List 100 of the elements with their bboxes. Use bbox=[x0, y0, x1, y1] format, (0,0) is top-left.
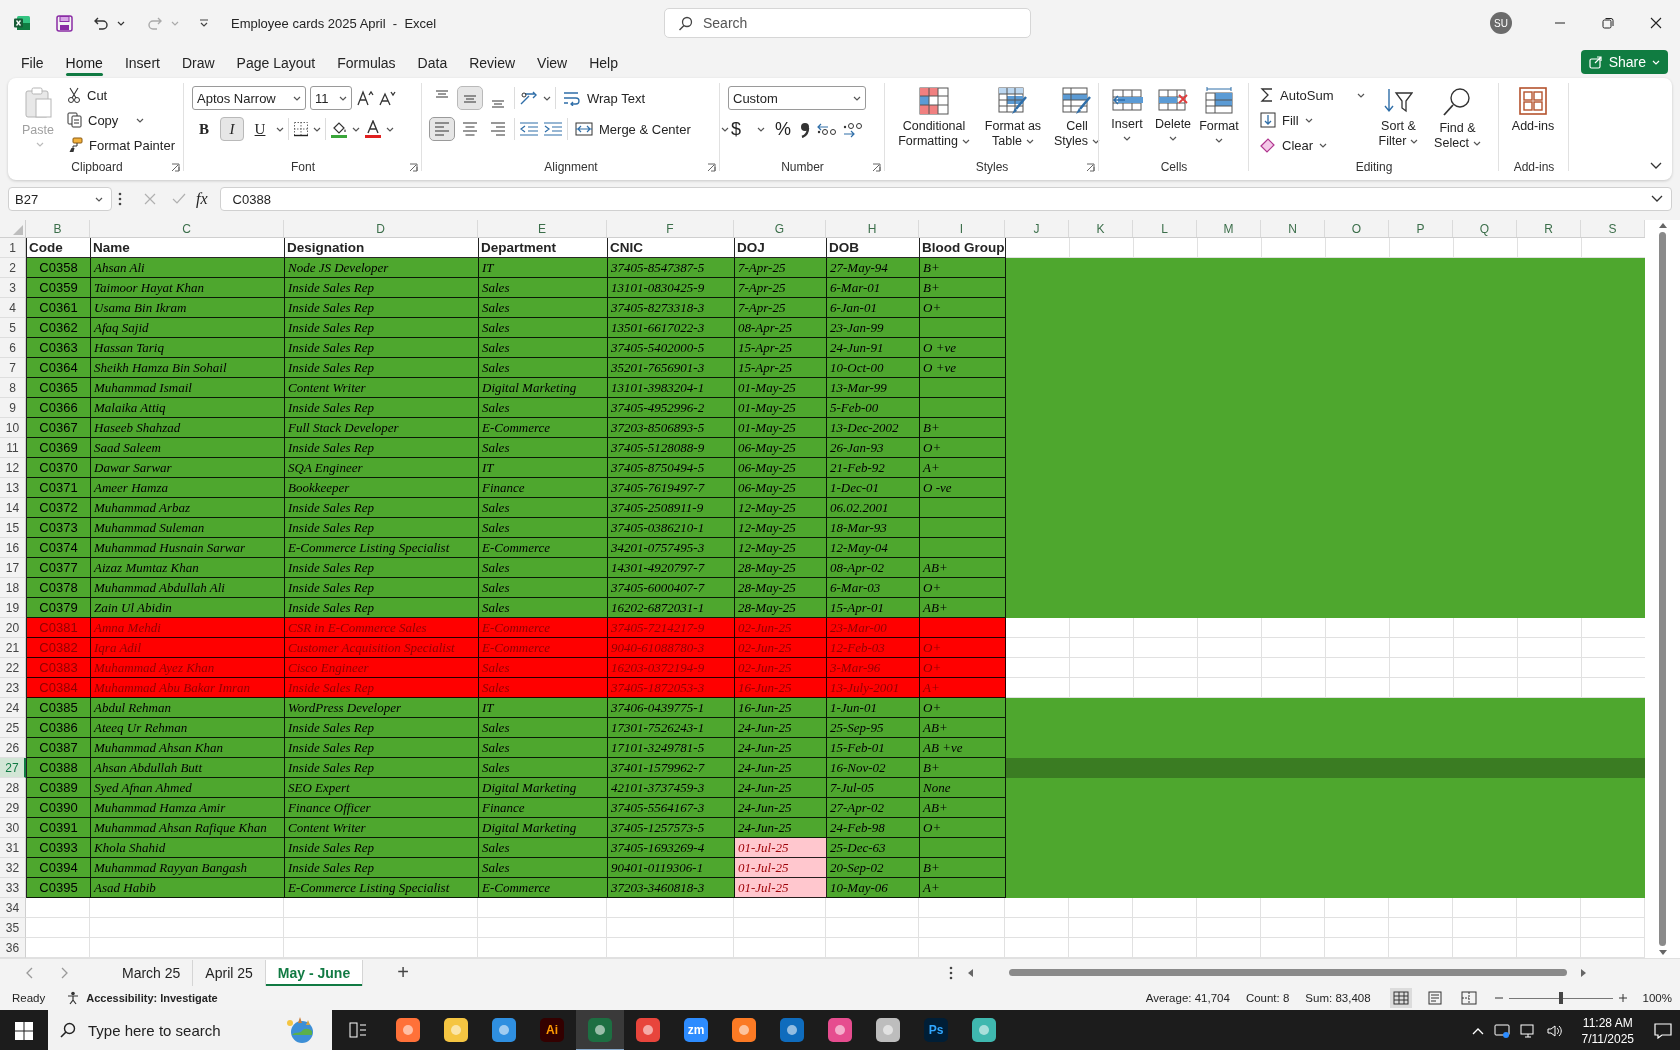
column-header[interactable]: R bbox=[1517, 220, 1581, 237]
share-button[interactable]: Share bbox=[1580, 50, 1668, 74]
name-box[interactable]: B27 bbox=[8, 187, 112, 211]
windows-icon[interactable] bbox=[15, 1021, 33, 1040]
scroll-up-icon[interactable] bbox=[1658, 222, 1667, 228]
zoom-out-icon[interactable] bbox=[1494, 994, 1503, 1002]
add-sheet-button[interactable]: + bbox=[397, 961, 409, 984]
row-header[interactable]: 28 bbox=[0, 778, 26, 798]
task-view-icon[interactable] bbox=[349, 1021, 367, 1038]
taskbar-app-button[interactable]: Ai bbox=[528, 1010, 576, 1050]
shrink-font-icon[interactable] bbox=[378, 90, 396, 106]
select-all-icon[interactable] bbox=[13, 225, 23, 235]
column-header[interactable]: H bbox=[826, 220, 919, 237]
sheet-tab[interactable]: May - June bbox=[265, 959, 364, 986]
ribbon-button[interactable]: Format bbox=[1199, 83, 1239, 143]
show-hidden-icons-icon[interactable] bbox=[1471, 1026, 1484, 1035]
page-break-icon[interactable] bbox=[1460, 991, 1477, 1005]
row-header[interactable]: 23 bbox=[0, 678, 26, 698]
dialog-launcher-icon[interactable] bbox=[707, 163, 716, 172]
column-header[interactable]: B bbox=[26, 220, 90, 237]
column-header[interactable]: G bbox=[734, 220, 826, 237]
scrollbar-thumb[interactable] bbox=[1659, 232, 1666, 946]
dialog-launcher-icon[interactable] bbox=[1086, 163, 1095, 172]
column-header[interactable]: Q bbox=[1453, 220, 1517, 237]
row-header[interactable]: 9 bbox=[0, 398, 26, 418]
scroll-down-icon[interactable] bbox=[1658, 950, 1667, 956]
row-header[interactable]: 32 bbox=[0, 858, 26, 878]
sheet-tab[interactable]: March 25 bbox=[110, 959, 194, 986]
more-icon[interactable] bbox=[948, 965, 953, 980]
row-header[interactable]: 19 bbox=[0, 598, 26, 618]
previous-sheet-icon[interactable] bbox=[26, 966, 34, 979]
row-header[interactable]: 7 bbox=[0, 358, 26, 378]
cut-button[interactable]: Cut bbox=[64, 83, 178, 107]
clock-time[interactable]: 11:28 AM bbox=[1582, 1014, 1633, 1031]
formula-field[interactable]: C0388 bbox=[219, 187, 1672, 211]
row-header[interactable]: 30 bbox=[0, 818, 26, 838]
column-header[interactable]: J bbox=[1005, 220, 1069, 237]
row-header[interactable]: 11 bbox=[0, 438, 26, 458]
notifications-icon[interactable] bbox=[1654, 1022, 1672, 1039]
ribbon-button[interactable]: Cell Styles bbox=[1051, 83, 1103, 149]
column-header[interactable]: M bbox=[1197, 220, 1261, 237]
row-header[interactable]: 6 bbox=[0, 338, 26, 358]
taskbar-search-field[interactable]: Type here to search bbox=[48, 1010, 332, 1050]
dialog-launcher-icon[interactable] bbox=[409, 163, 418, 172]
column-header[interactable]: D bbox=[284, 220, 478, 237]
ribbon-button[interactable]: Delete bbox=[1153, 83, 1193, 141]
undo-icon[interactable] bbox=[93, 15, 109, 31]
sort-filter-button[interactable]: Sort & Filter bbox=[1374, 83, 1423, 149]
zoom-level[interactable]: 100% bbox=[1642, 992, 1672, 1004]
save-icon[interactable] bbox=[56, 14, 73, 32]
find-select-button[interactable]: Find & Select bbox=[1428, 83, 1487, 151]
column-header[interactable]: C bbox=[90, 220, 284, 237]
column-header[interactable]: N bbox=[1261, 220, 1325, 237]
close-icon[interactable] bbox=[1650, 17, 1662, 29]
speaker-icon[interactable] bbox=[1545, 1022, 1562, 1039]
row-header[interactable]: 26 bbox=[0, 738, 26, 758]
screen-icon[interactable] bbox=[1493, 1022, 1510, 1039]
font-name-field[interactable]: Aptos Narrow bbox=[192, 86, 306, 110]
number-format-field[interactable]: Custom bbox=[728, 86, 866, 110]
ribbon-button[interactable]: Insert bbox=[1107, 83, 1147, 141]
row-header[interactable]: 2 bbox=[0, 258, 26, 278]
column-header[interactable]: O bbox=[1325, 220, 1389, 237]
row-header[interactable]: 33 bbox=[0, 878, 26, 898]
row-header[interactable]: 17 bbox=[0, 558, 26, 578]
middle-align-icon[interactable] bbox=[458, 87, 482, 109]
insert-function-button[interactable]: fx bbox=[196, 190, 208, 208]
ribbon-button[interactable]: Add-ins bbox=[1507, 83, 1559, 134]
underline-button[interactable]: U bbox=[248, 117, 272, 141]
row-header[interactable]: 27 bbox=[0, 758, 26, 778]
dialog-launcher-icon[interactable] bbox=[171, 163, 180, 172]
percent-button[interactable]: % bbox=[772, 117, 795, 141]
user-avatar[interactable]: SU bbox=[1490, 12, 1512, 34]
row-header[interactable]: 10 bbox=[0, 418, 26, 438]
menu-tab[interactable]: File bbox=[12, 48, 53, 76]
clear-button[interactable]: Clear bbox=[1257, 133, 1369, 157]
format-painter-button[interactable]: Format Painter bbox=[64, 133, 178, 157]
copy-button[interactable]: Copy bbox=[64, 108, 178, 132]
row-header[interactable]: 34 bbox=[0, 898, 26, 918]
ribbon-button[interactable]: Conditional Formatting bbox=[893, 83, 975, 149]
menu-tab[interactable]: Help bbox=[580, 48, 627, 76]
zoom-slider-thumb[interactable] bbox=[1558, 992, 1563, 1004]
column-header[interactable]: E bbox=[478, 220, 607, 237]
menu-tab[interactable]: Draw bbox=[172, 48, 224, 76]
row-header[interactable]: 22 bbox=[0, 658, 26, 678]
menu-tab[interactable]: Page Layout bbox=[227, 48, 325, 76]
fill-button[interactable]: Fill bbox=[1257, 108, 1369, 132]
row-header[interactable]: 5 bbox=[0, 318, 26, 338]
normal-view-icon[interactable] bbox=[1392, 991, 1409, 1005]
expand-formula-icon[interactable] bbox=[1651, 195, 1663, 203]
row-header[interactable]: 35 bbox=[0, 918, 26, 938]
font-color-icon[interactable] bbox=[364, 120, 382, 138]
row-header[interactable]: 3 bbox=[0, 278, 26, 298]
dialog-launcher-icon[interactable] bbox=[872, 163, 881, 172]
collapse-ribbon-icon[interactable] bbox=[1650, 162, 1662, 170]
decrease-decimal-icon[interactable] bbox=[842, 120, 865, 138]
column-header[interactable]: L bbox=[1133, 220, 1197, 237]
row-header[interactable]: 1 bbox=[0, 238, 26, 258]
row-header[interactable]: 14 bbox=[0, 498, 26, 518]
scroll-left-icon[interactable] bbox=[966, 968, 973, 977]
italic-button[interactable]: I bbox=[220, 117, 244, 141]
